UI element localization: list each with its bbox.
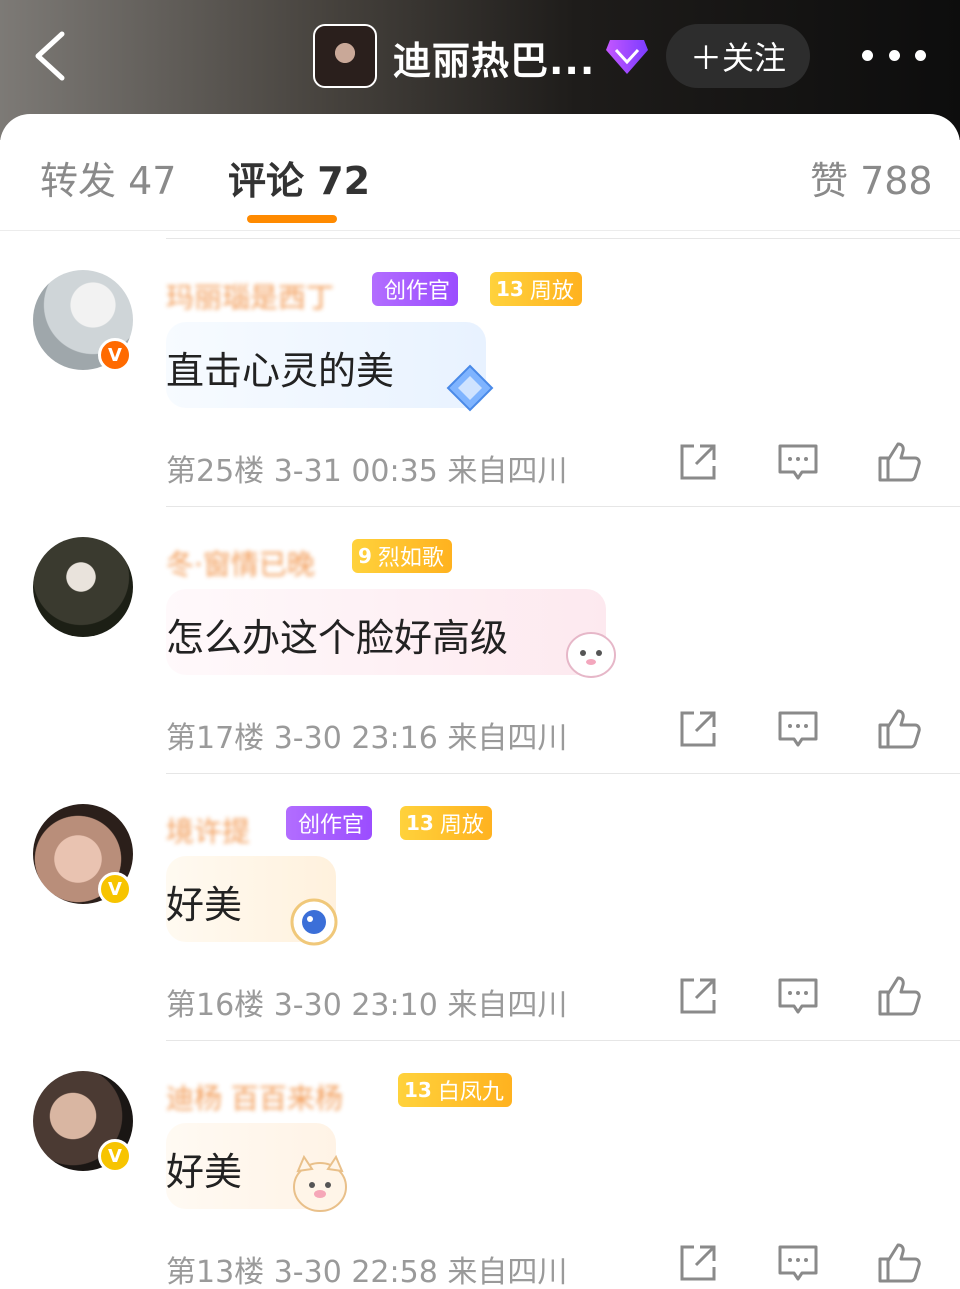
author-name[interactable]: 迪丽热巴... bbox=[393, 30, 595, 85]
comment-text: 好美 bbox=[166, 883, 243, 927]
comment-item: V 玛丽瑙是西丁 创作官 13 周放 直击心灵的美 第25楼 3-31 00:35… bbox=[0, 240, 960, 507]
cat-sticker-icon bbox=[293, 1154, 347, 1212]
avatar[interactable] bbox=[33, 537, 133, 637]
creator-badge[interactable]: 创作官 bbox=[372, 272, 459, 306]
like-thumb-icon[interactable] bbox=[876, 440, 922, 484]
comment-meta: 第13楼 3-30 22:58 来自四川 bbox=[166, 1255, 568, 1289]
reply-icon[interactable] bbox=[776, 974, 820, 1018]
fan-level-badge[interactable]: 13 周放 bbox=[490, 272, 582, 306]
like-thumb-icon[interactable] bbox=[876, 1241, 922, 1285]
vip-diamond-icon bbox=[606, 40, 648, 74]
like-thumb-icon[interactable] bbox=[876, 707, 922, 751]
reply-icon[interactable] bbox=[776, 1241, 820, 1285]
comment-meta: 第17楼 3-30 23:16 来自四川 bbox=[166, 721, 568, 756]
fan-level-badge[interactable]: 13 周放 bbox=[400, 806, 492, 840]
reply-icon[interactable] bbox=[776, 440, 820, 484]
tab-likes[interactable]: 赞 788 bbox=[810, 150, 933, 205]
tab-reposts[interactable]: 转发 47 bbox=[40, 150, 176, 205]
share-icon[interactable] bbox=[676, 974, 720, 1018]
list-top-divider bbox=[166, 238, 960, 239]
share-icon[interactable] bbox=[676, 1241, 720, 1285]
comment-meta: 第16楼 3-30 23:10 来自四川 bbox=[166, 988, 568, 1023]
comment-item: V 境许提 创作官 13 周放 好美 第16楼 3-30 23:10 来自四川 bbox=[0, 774, 960, 1041]
comment-meta: 第25楼 3-31 00:35 来自四川 bbox=[166, 454, 568, 489]
comment-text: 怎么办这个脸好高级 bbox=[166, 616, 509, 660]
follow-button[interactable]: ＋关注 bbox=[666, 24, 810, 88]
diamond-sticker-icon bbox=[446, 364, 494, 412]
fan-level-badge[interactable]: 13 白凤九 bbox=[398, 1073, 512, 1107]
comment-item: 冬·窗情已晚 9 烈如歌 怎么办这个脸好高级 第17楼 3-30 23:16 来自… bbox=[0, 507, 960, 774]
comment-text: 好美 bbox=[166, 1150, 243, 1194]
reply-icon[interactable] bbox=[776, 707, 820, 751]
tab-comments[interactable]: 评论 72 bbox=[228, 150, 370, 205]
active-tab-indicator bbox=[247, 215, 337, 223]
username[interactable]: 迪杨 百百来杨 bbox=[166, 1077, 343, 1115]
share-icon[interactable] bbox=[676, 440, 720, 484]
username[interactable]: 玛丽瑙是西丁 bbox=[166, 276, 334, 314]
more-dots-icon[interactable] bbox=[862, 46, 926, 64]
tab-divider bbox=[0, 230, 960, 231]
share-icon[interactable] bbox=[676, 707, 720, 751]
fan-level-badge[interactable]: 9 烈如歌 bbox=[352, 539, 452, 573]
like-thumb-icon[interactable] bbox=[876, 974, 922, 1018]
cat-sticker-icon bbox=[566, 632, 616, 678]
comment-text: 直击心灵的美 bbox=[166, 349, 395, 393]
username[interactable]: 境许提 bbox=[166, 810, 250, 848]
verified-badge-icon: V bbox=[98, 338, 132, 372]
username[interactable]: 冬·窗情已晚 bbox=[166, 543, 315, 581]
author-avatar[interactable] bbox=[313, 24, 377, 88]
comment-item: V 迪杨 百百来杨 13 白凤九 好美 第13楼 3-30 22:58 来自四川 bbox=[0, 1041, 960, 1289]
astronaut-sticker-icon bbox=[290, 898, 338, 946]
verified-badge-icon: V bbox=[98, 1139, 132, 1173]
back-chevron-icon[interactable] bbox=[28, 30, 76, 82]
creator-badge[interactable]: 创作官 bbox=[286, 806, 373, 840]
verified-badge-icon: V bbox=[98, 872, 132, 906]
